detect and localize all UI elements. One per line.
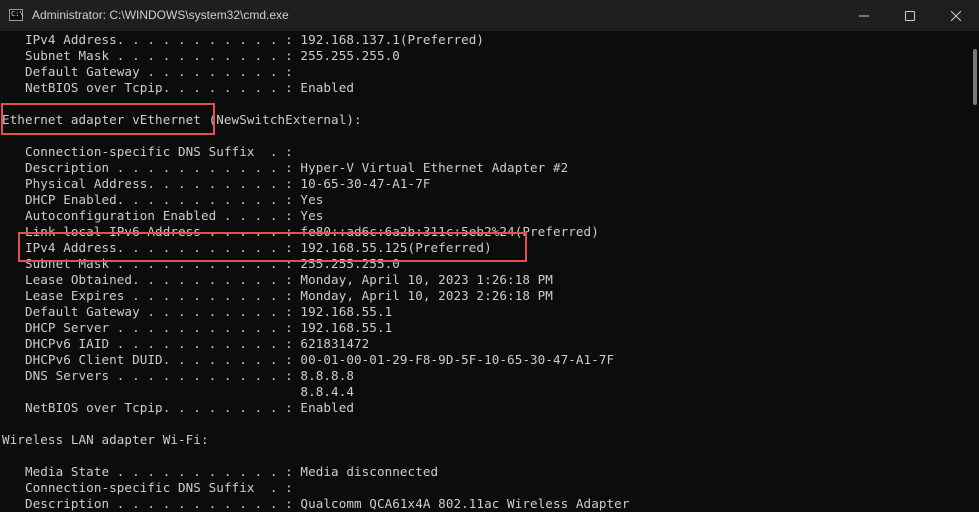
console-output[interactable]: IPv4 Address. . . . . . . . . . . : 192.…: [0, 31, 970, 512]
scrollbar-thumb[interactable]: [973, 49, 977, 105]
console-line: DHCP Enabled. . . . . . . . . . . : Yes: [2, 192, 324, 207]
console-line: Physical Address. . . . . . . . . : 10-6…: [2, 176, 431, 191]
console-line: Subnet Mask . . . . . . . . . . . : 255.…: [2, 256, 400, 271]
console-line: NetBIOS over Tcpip. . . . . . . . : Enab…: [2, 400, 354, 415]
console-line: Default Gateway . . . . . . . . . :: [2, 64, 293, 79]
cmd-icon-glyph: C:\: [11, 10, 24, 18]
console-line: Lease Expires . . . . . . . . . . : Mond…: [2, 288, 553, 303]
console-line: Description . . . . . . . . . . . : Hype…: [2, 160, 569, 175]
console-line: Description . . . . . . . . . . . : Qual…: [2, 496, 630, 511]
console-line: Autoconfiguration Enabled . . . . : Yes: [2, 208, 324, 223]
cmd-window: C:\ Administrator: C:\WINDOWS\system32\c…: [0, 0, 979, 512]
window-title: Administrator: C:\WINDOWS\system32\cmd.e…: [32, 8, 289, 22]
cmd-icon[interactable]: C:\: [9, 9, 24, 21]
maximize-button[interactable]: [887, 0, 933, 31]
vertical-scrollbar[interactable]: [970, 31, 979, 512]
close-button[interactable]: [933, 0, 979, 31]
maximize-icon: [905, 10, 915, 21]
console-line: DHCPv6 IAID . . . . . . . . . . . : 6218…: [2, 336, 370, 351]
console-line: DHCP Server . . . . . . . . . . . : 192.…: [2, 320, 393, 335]
console-line: 8.8.4.4: [2, 384, 354, 399]
console-line: Subnet Mask . . . . . . . . . . . : 255.…: [2, 48, 400, 63]
title-bar[interactable]: C:\ Administrator: C:\WINDOWS\system32\c…: [0, 0, 979, 31]
minimize-button[interactable]: [841, 0, 887, 31]
console-line: Media State . . . . . . . . . . . : Medi…: [2, 464, 439, 479]
adapter-heading: Wireless LAN adapter Wi-Fi:: [2, 432, 209, 447]
adapter-heading: Ethernet adapter vEthernet (NewSwitchExt…: [2, 112, 362, 127]
minimize-icon: [859, 15, 869, 16]
console-line: Link-local IPv6 Address . . . . . : fe80…: [2, 224, 599, 239]
console-line: DNS Servers . . . . . . . . . . . : 8.8.…: [2, 368, 354, 383]
console-line: IPv4 Address. . . . . . . . . . . : 192.…: [2, 32, 485, 47]
console-line: Lease Obtained. . . . . . . . . . : Mond…: [2, 272, 553, 287]
ipv4-address-line: IPv4 Address. . . . . . . . . . . : 192.…: [2, 240, 492, 255]
console-line: Connection-specific DNS Suffix . :: [2, 480, 293, 495]
console-line: Connection-specific DNS Suffix . :: [2, 144, 293, 159]
console-line: Default Gateway . . . . . . . . . : 192.…: [2, 304, 393, 319]
console-line: DHCPv6 Client DUID. . . . . . . . : 00-0…: [2, 352, 615, 367]
console-line: NetBIOS over Tcpip. . . . . . . . : Enab…: [2, 80, 354, 95]
close-icon: [951, 10, 961, 21]
